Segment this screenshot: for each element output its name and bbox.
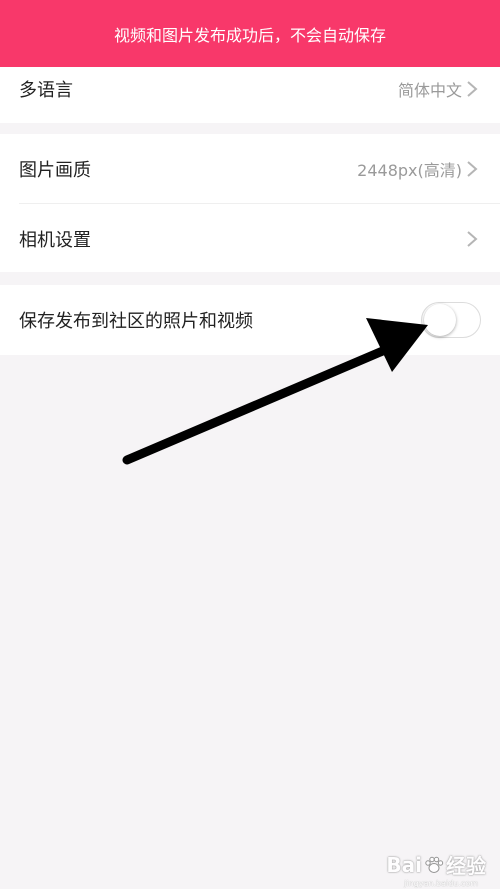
toast-banner: 视频和图片发布成功后，不会自动保存 — [0, 0, 500, 67]
save-community-label: 保存发布到社区的照片和视频 — [19, 311, 253, 332]
toast-message: 视频和图片发布成功后，不会自动保存 — [113, 25, 386, 45]
save-community-toggle[interactable] — [421, 302, 481, 338]
save-community-row: 保存发布到社区的照片和视频 — [0, 285, 500, 355]
language-value: 简体中文 — [397, 81, 462, 100]
baidu-watermark: Bai 经验 — [386, 850, 486, 879]
chevron-right-icon — [467, 81, 478, 97]
watermark-brand-right: 经验 — [446, 854, 486, 878]
chevron-right-icon — [467, 161, 478, 177]
image-quality-label: 图片画质 — [19, 160, 91, 181]
camera-settings-label: 相机设置 — [19, 230, 91, 251]
watermark-brand-left: Bai — [386, 852, 422, 877]
paw-icon — [425, 856, 444, 873]
toggle-knob — [424, 304, 456, 336]
settings-group-save: 保存发布到社区的照片和视频 — [0, 285, 500, 355]
image-quality-value: 2448px(高清) — [357, 161, 462, 180]
camera-settings-row[interactable]: 相机设置 — [0, 204, 500, 274]
language-label: 多语言 — [19, 80, 73, 101]
watermark-url: jingyan.baidu.com — [404, 879, 478, 888]
image-quality-row[interactable]: 图片画质 2448px(高清) — [0, 134, 500, 204]
chevron-right-icon — [467, 231, 478, 247]
settings-group-media: 图片画质 2448px(高清) 相机设置 — [0, 134, 500, 272]
